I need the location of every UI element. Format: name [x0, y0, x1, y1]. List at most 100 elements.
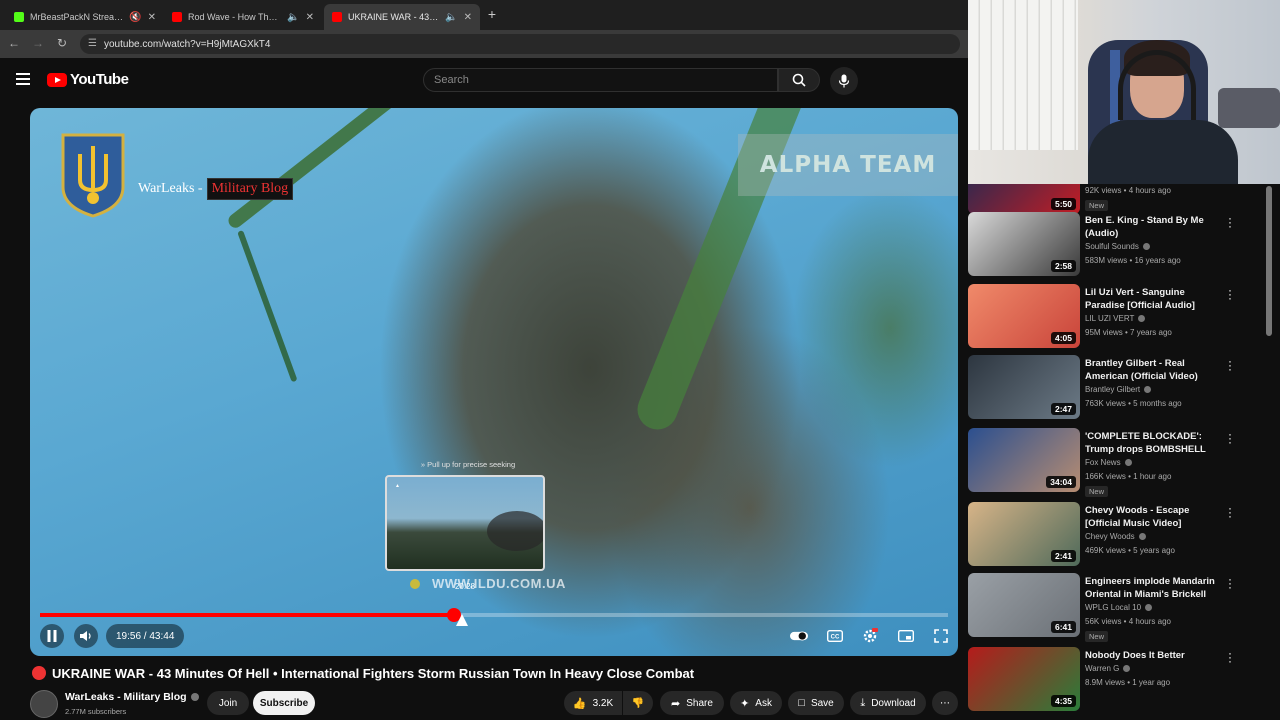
- join-button[interactable]: Join: [207, 691, 249, 715]
- back-arrow-icon[interactable]: ←: [6, 36, 22, 50]
- video-thumbnail[interactable]: 4:35: [968, 647, 1080, 711]
- recommended-channel[interactable]: Warren G: [1085, 664, 1131, 673]
- close-tab-icon[interactable]: ✕: [306, 12, 314, 23]
- closed-captions-icon: CC: [826, 630, 843, 642]
- progress-bar[interactable]: [40, 608, 948, 622]
- recommended-video[interactable]: 4:05 Lil Uzi Vert - Sanguine Paradise [Of…: [968, 284, 1268, 350]
- channel-name[interactable]: WarLeaks - Military Blog: [65, 691, 199, 703]
- video-title: UKRAINE WAR - 43 Minutes Of Hell • Inter…: [52, 666, 695, 681]
- video-thumbnail[interactable]: 6:41: [968, 573, 1080, 637]
- more-vertical-icon[interactable]: · · ·: [1226, 647, 1234, 667]
- url-field[interactable]: ☰ youtube.com/watch?v=H9jMtAGXkT4: [80, 34, 960, 54]
- sidebar-scrollbar[interactable]: [1266, 186, 1272, 336]
- recommended-channel[interactable]: LIL UZI VERT: [1085, 314, 1146, 323]
- browser-tab-rodwave[interactable]: Rod Wave - How The Game 🔈 ✕: [164, 4, 322, 30]
- video-duration: 6:41: [1050, 621, 1076, 633]
- thumbs-up-icon: 👍: [572, 697, 587, 710]
- recommended-video-title[interactable]: Chevy Woods - Escape [Official Music Vid…: [1085, 504, 1225, 530]
- save-button[interactable]: □ Save: [788, 691, 844, 715]
- grass-blade: [225, 108, 566, 231]
- browser-tab-ukraine-war[interactable]: UKRAINE WAR - 43 Min 🔈 ✕: [324, 4, 480, 30]
- subtitles-button[interactable]: CC: [826, 627, 844, 645]
- recommended-video[interactable]: 2:47 Brantley Gilbert - Real American (Of…: [968, 355, 1268, 421]
- verified-check-icon: [1124, 459, 1132, 466]
- more-vertical-icon[interactable]: · · ·: [1226, 573, 1234, 593]
- more-vertical-icon[interactable]: · · ·: [1226, 284, 1234, 304]
- recommended-channel[interactable]: Fox News: [1085, 458, 1132, 467]
- precise-seeking-hint: » Pull up for precise seeking: [420, 460, 516, 469]
- speaker-icon[interactable]: 🔈: [287, 12, 299, 23]
- voice-search-button[interactable]: [830, 67, 858, 95]
- fullscreen-button[interactable]: [932, 627, 950, 645]
- recommended-channel[interactable]: Brantley Gilbert: [1085, 385, 1152, 394]
- window-blinds: [968, 0, 1078, 150]
- recommended-channel[interactable]: Chevy Woods: [1085, 532, 1146, 541]
- recommended-video-title[interactable]: Nobody Does It Better: [1085, 649, 1225, 662]
- video-thumbnail[interactable]: 34:04: [968, 428, 1080, 492]
- more-vertical-icon[interactable]: · · ·: [1226, 355, 1234, 375]
- ask-button[interactable]: ✦ Ask: [730, 691, 782, 715]
- youtube-logo[interactable]: YouTube: [47, 71, 129, 88]
- recommended-video[interactable]: 6:41 Engineers implode Mandarin Oriental …: [968, 573, 1268, 642]
- recommended-video-title[interactable]: Lil Uzi Vert - Sanguine Paradise [Offici…: [1085, 286, 1225, 312]
- microphone-icon: [838, 74, 850, 88]
- verified-check-icon: [190, 693, 199, 701]
- recommended-video-title[interactable]: Ben E. King - Stand By Me (Audio): [1085, 214, 1225, 240]
- forward-arrow-icon[interactable]: →: [30, 36, 46, 50]
- url-watermark: WWW.ILDU.COM.UA: [410, 576, 566, 591]
- youtube-favicon-icon: [332, 12, 342, 22]
- muted-speaker-icon[interactable]: 🔇: [129, 12, 141, 23]
- new-tab-plus-icon[interactable]: +: [484, 6, 500, 22]
- dislike-button[interactable]: 👎: [623, 691, 653, 715]
- video-thumbnail[interactable]: 4:05: [968, 284, 1080, 348]
- video-thumbnail[interactable]: 2:41: [968, 502, 1080, 566]
- settings-button[interactable]: [861, 627, 879, 645]
- recommended-view-meta: 56K views • 4 hours ago: [1085, 617, 1171, 626]
- verified-check-icon: [1145, 604, 1153, 611]
- volume-button[interactable]: [74, 624, 98, 648]
- hamburger-menu-icon[interactable]: [16, 73, 30, 85]
- download-button[interactable]: ⤓ Download: [850, 691, 926, 715]
- recommended-channel[interactable]: WPLG Local 10: [1085, 603, 1153, 612]
- more-vertical-icon[interactable]: · · ·: [1226, 212, 1234, 232]
- close-tab-icon[interactable]: ✕: [148, 12, 156, 23]
- recommended-channel-text: Chevy Woods: [1085, 532, 1135, 541]
- video-thumbnail[interactable]: 2:47: [968, 355, 1080, 419]
- recommended-view-meta: 469K views • 5 years ago: [1085, 546, 1175, 555]
- miniplayer-button[interactable]: [897, 627, 915, 645]
- autoplay-toggle[interactable]: [790, 627, 808, 645]
- close-tab-icon[interactable]: ✕: [464, 12, 472, 23]
- headset-icon: [1118, 50, 1196, 120]
- channel-avatar[interactable]: [30, 690, 58, 718]
- browser-tab-kick[interactable]: MrBeastPackN Stream - Wa 🔇 ✕: [6, 4, 164, 30]
- more-vertical-icon[interactable]: · · ·: [1226, 502, 1234, 522]
- more-actions-button[interactable]: ⋯: [932, 691, 958, 715]
- video-thumbnail[interactable]: 2:58: [968, 212, 1080, 276]
- more-vertical-icon[interactable]: · · ·: [1226, 428, 1234, 448]
- miniplayer-icon: [897, 630, 914, 642]
- video-player[interactable]: WarLeaks - Military Blog ALPHA TEAM » Pu…: [30, 108, 958, 656]
- share-button[interactable]: ➦ Share: [660, 691, 724, 715]
- video-thumbnail[interactable]: 5:50: [968, 184, 1080, 214]
- recommended-video-title[interactable]: Brantley Gilbert - Real American (Offici…: [1085, 357, 1225, 383]
- reload-icon[interactable]: ↻: [54, 36, 70, 50]
- subscribe-button[interactable]: Subscribe: [253, 691, 315, 715]
- search-input[interactable]: Search: [423, 68, 778, 92]
- recommended-video[interactable]: 2:58 Ben E. King - Stand By Me (Audio) Sou…: [968, 212, 1268, 278]
- search-button[interactable]: [778, 68, 820, 92]
- recommended-video-title[interactable]: 'COMPLETE BLOCKADE': Trump drops BOMBSHE…: [1085, 430, 1225, 456]
- video-duration: 2:58: [1050, 260, 1076, 272]
- preview-mini-logo-icon: ▲: [395, 483, 400, 489]
- pause-button[interactable]: [40, 624, 64, 648]
- recommended-video[interactable]: 2:41 Chevy Woods - Escape [Official Music…: [968, 502, 1268, 568]
- recommended-video[interactable]: 34:04 'COMPLETE BLOCKADE': Trump drops BO…: [968, 428, 1268, 497]
- speaker-icon[interactable]: 🔈: [445, 12, 457, 23]
- recommended-video-title[interactable]: Engineers implode Mandarin Oriental in M…: [1085, 575, 1225, 601]
- recommended-channel[interactable]: Soulful Sounds: [1085, 242, 1150, 251]
- progress-played: [40, 613, 455, 617]
- site-settings-icon[interactable]: ☰: [88, 38, 97, 49]
- url-text: youtube.com/watch?v=H9jMtAGXkT4: [104, 38, 271, 50]
- recommended-video[interactable]: 4:35 Nobody Does It Better Warren G 8.9M vi…: [968, 647, 1268, 713]
- like-button[interactable]: 👍 3.2K: [564, 691, 622, 715]
- person-torso: [1088, 120, 1238, 184]
